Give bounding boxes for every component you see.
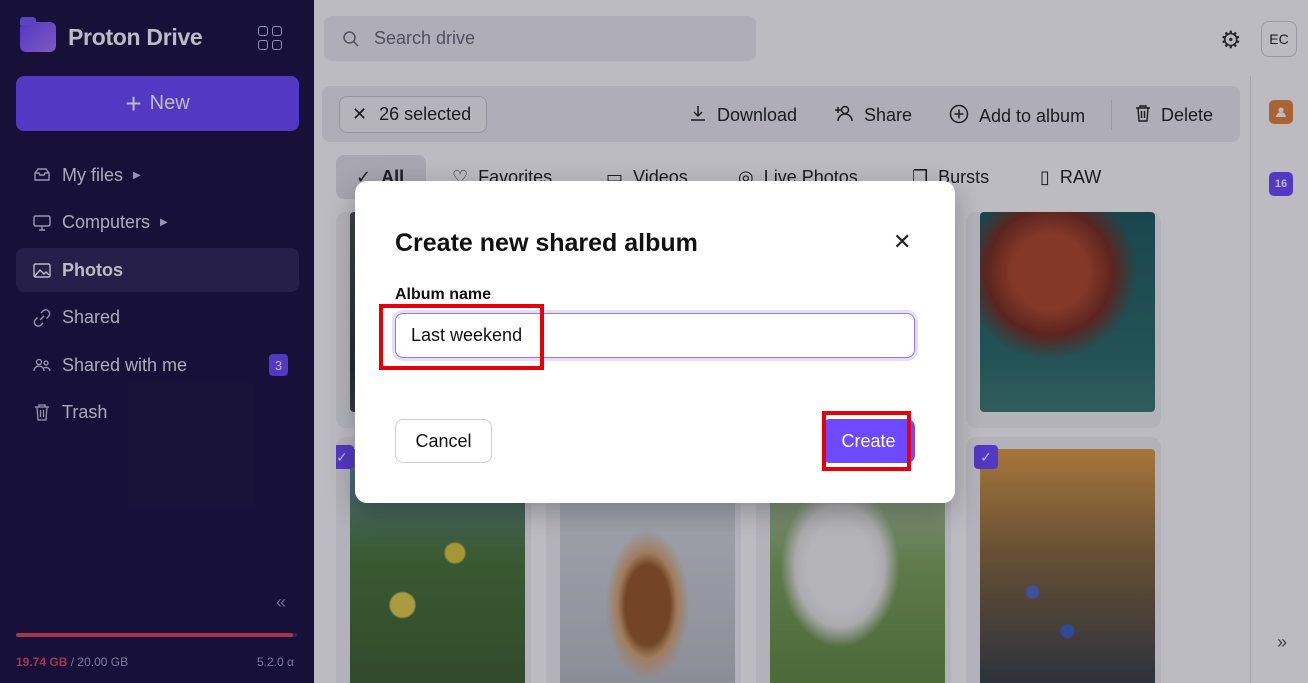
dialog-title: Create new shared album: [395, 229, 698, 257]
highlight-box-album-name: [379, 304, 544, 370]
cancel-button[interactable]: Cancel: [395, 419, 492, 463]
close-icon[interactable]: ✕: [893, 231, 911, 253]
highlight-box-create-button: [822, 411, 911, 471]
album-name-label: Album name: [395, 286, 492, 303]
